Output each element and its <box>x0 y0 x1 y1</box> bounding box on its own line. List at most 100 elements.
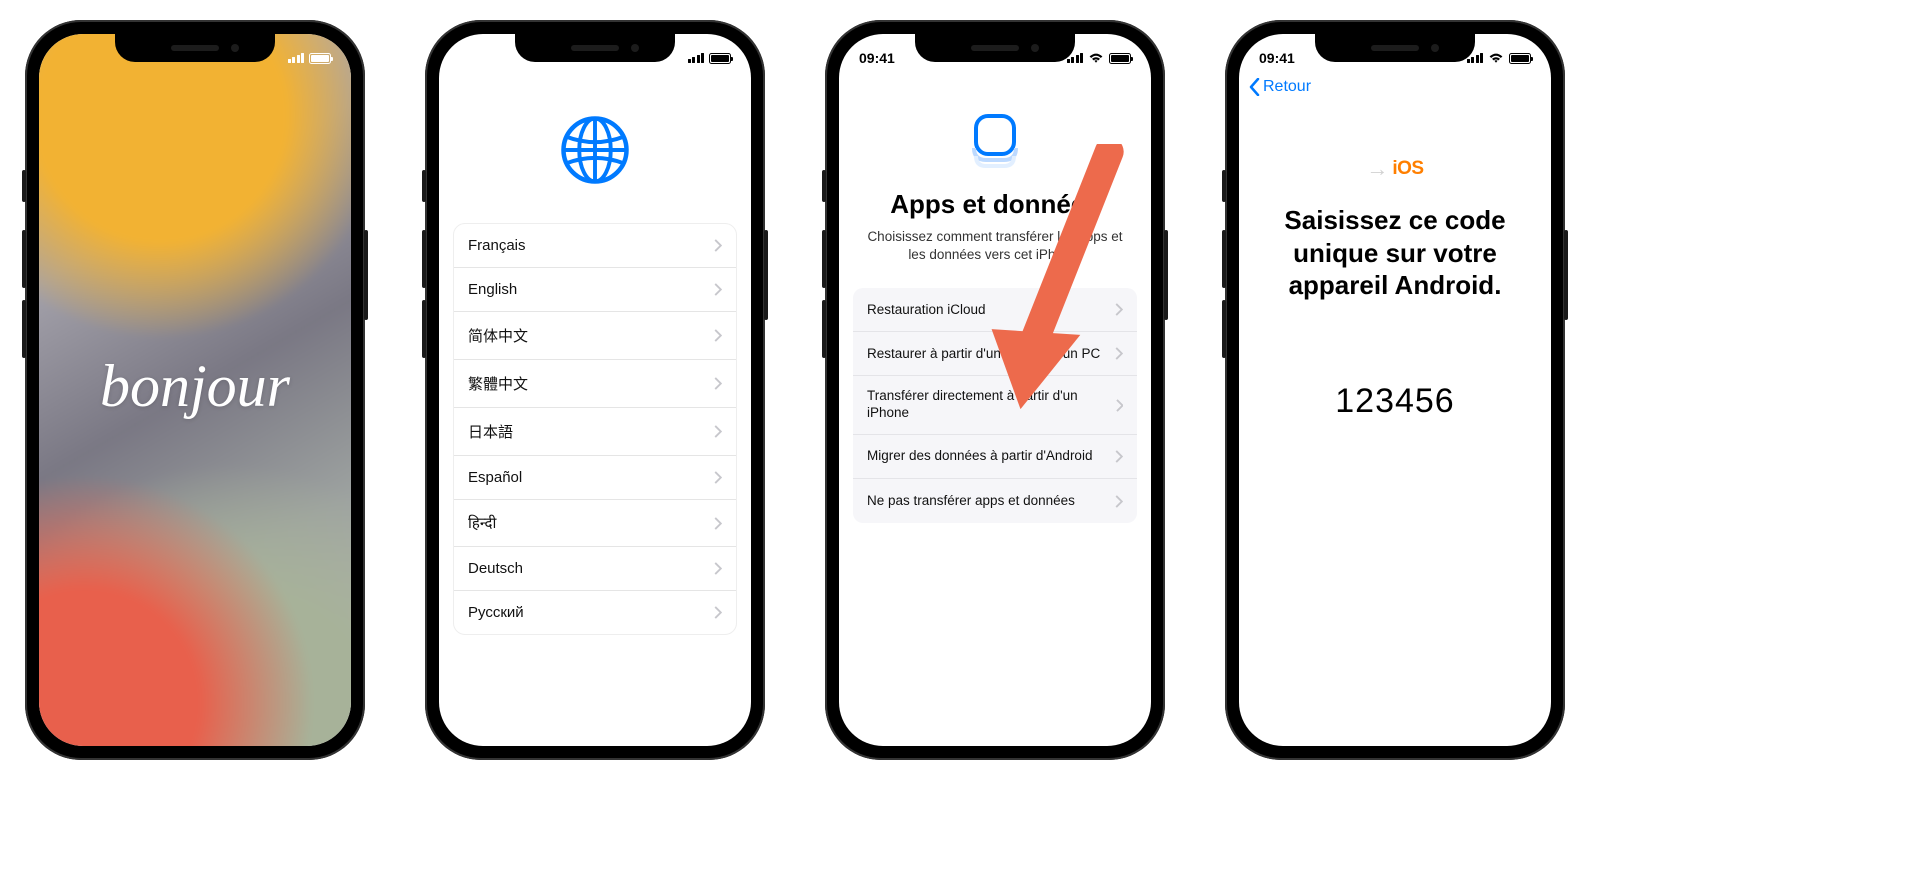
language-selection-view: Français English 简体中文 繁體中文 日本語 <box>439 34 751 746</box>
option-row-iphone[interactable]: Transférer directement à partir d'un iPh… <box>853 376 1137 435</box>
option-row-icloud[interactable]: Restauration iCloud <box>853 288 1137 332</box>
side-button <box>22 170 26 202</box>
language-label: 简体中文 <box>468 325 528 346</box>
speaker <box>171 45 219 51</box>
chevron-right-icon <box>714 239 722 252</box>
side-button <box>22 230 26 288</box>
language-label: Deutsch <box>468 560 523 577</box>
page-title: Apps et données <box>890 189 1099 220</box>
phone-frame-4: 09:41 Retour → iOS Saisissez ce code uni… <box>1225 20 1565 760</box>
side-button <box>22 300 26 358</box>
option-label: Transférer directement à partir d'un iPh… <box>867 388 1116 422</box>
side-button <box>1222 170 1226 202</box>
ios-logo-text: iOS <box>1392 158 1423 180</box>
apps-data-view: Apps et données Choisissez comment trans… <box>839 34 1151 746</box>
language-list: Français English 简体中文 繁體中文 日本語 <box>453 223 737 635</box>
camera-icon <box>231 44 239 52</box>
chevron-right-icon <box>714 425 722 438</box>
chevron-right-icon <box>1115 495 1123 508</box>
side-button <box>822 300 826 358</box>
language-label: Français <box>468 237 526 254</box>
chevron-right-icon <box>714 517 722 530</box>
camera-icon <box>631 44 639 52</box>
globe-icon <box>558 112 633 187</box>
chevron-right-icon <box>714 562 722 575</box>
side-button <box>422 170 426 202</box>
language-row[interactable]: हिन्दी <box>454 500 736 547</box>
greeting-text: bonjour <box>100 352 290 421</box>
chevron-right-icon <box>1115 347 1123 360</box>
side-button <box>1564 230 1568 320</box>
language-label: हिन्दी <box>468 513 496 533</box>
page-title: Saisissez ce code unique sur votre appar… <box>1239 204 1551 302</box>
notch <box>515 34 675 62</box>
chevron-right-icon <box>714 471 722 484</box>
language-row[interactable]: 简体中文 <box>454 312 736 360</box>
screen-code: 09:41 Retour → iOS Saisissez ce code uni… <box>1239 34 1551 746</box>
phone-frame-1: bonjour <box>25 20 365 760</box>
option-row-skip[interactable]: Ne pas transférer apps et données <box>853 479 1137 523</box>
language-row[interactable]: 日本語 <box>454 408 736 456</box>
language-row[interactable]: 繁體中文 <box>454 360 736 408</box>
battery-icon <box>1509 53 1531 64</box>
chevron-right-icon <box>714 377 722 390</box>
option-label: Migrer des données à partir d'Android <box>867 448 1100 465</box>
side-button <box>422 300 426 358</box>
arrow-right-icon: → <box>1366 156 1388 182</box>
language-label: 繁體中文 <box>468 373 528 394</box>
screen-language: Français English 简体中文 繁體中文 日本語 <box>439 34 751 746</box>
speaker <box>571 45 619 51</box>
status-time: 09:41 <box>1259 50 1309 66</box>
notch <box>915 34 1075 62</box>
language-row[interactable]: Русский <box>454 591 736 634</box>
transfer-options-list: Restauration iCloud Restaurer à partir d… <box>853 288 1137 523</box>
option-label: Restauration iCloud <box>867 302 994 319</box>
language-row[interactable]: Deutsch <box>454 547 736 591</box>
language-label: Русский <box>468 604 524 621</box>
page-subtitle: Choisissez comment transférer les apps e… <box>839 228 1151 264</box>
apps-data-icon <box>962 107 1028 173</box>
chevron-right-icon <box>714 283 722 296</box>
language-row[interactable]: Español <box>454 456 736 500</box>
battery-icon <box>1109 53 1131 64</box>
chevron-right-icon <box>714 329 722 342</box>
language-label: Español <box>468 469 522 486</box>
speaker <box>971 45 1019 51</box>
battery-icon <box>309 53 331 64</box>
screen-hello: bonjour <box>39 34 351 746</box>
notch <box>1315 34 1475 62</box>
camera-icon <box>1431 44 1439 52</box>
notch <box>115 34 275 62</box>
language-label: 日本語 <box>468 421 513 442</box>
wifi-icon <box>1088 52 1104 64</box>
signal-icon <box>288 53 305 63</box>
speaker <box>1371 45 1419 51</box>
code-view: Retour → iOS Saisissez ce code unique su… <box>1239 34 1551 746</box>
camera-icon <box>1031 44 1039 52</box>
side-button <box>1164 230 1168 320</box>
back-button[interactable]: Retour <box>1239 74 1551 100</box>
phone-frame-3: 09:41 Apps et données Choisissez comment… <box>825 20 1165 760</box>
side-button <box>422 230 426 288</box>
battery-icon <box>709 53 731 64</box>
language-label: English <box>468 281 517 298</box>
language-row[interactable]: Français <box>454 224 736 268</box>
option-label: Ne pas transférer apps et données <box>867 493 1083 510</box>
move-to-ios-logo: → iOS <box>1239 156 1551 182</box>
chevron-left-icon <box>1249 78 1260 96</box>
phone-frame-2: Français English 简体中文 繁體中文 日本語 <box>425 20 765 760</box>
side-button <box>364 230 368 320</box>
back-label: Retour <box>1263 78 1311 96</box>
chevron-right-icon <box>1115 303 1123 316</box>
side-button <box>1222 230 1226 288</box>
side-button <box>1222 300 1226 358</box>
chevron-right-icon <box>1116 399 1124 412</box>
signal-icon <box>688 53 705 63</box>
option-row-mac-pc[interactable]: Restaurer à partir d'un Mac ou d'un PC <box>853 332 1137 376</box>
option-row-android[interactable]: Migrer des données à partir d'Android <box>853 435 1137 479</box>
language-row[interactable]: English <box>454 268 736 312</box>
side-button <box>822 170 826 202</box>
pairing-code: 123456 <box>1239 382 1551 421</box>
status-time: 09:41 <box>859 50 909 66</box>
side-button <box>764 230 768 320</box>
